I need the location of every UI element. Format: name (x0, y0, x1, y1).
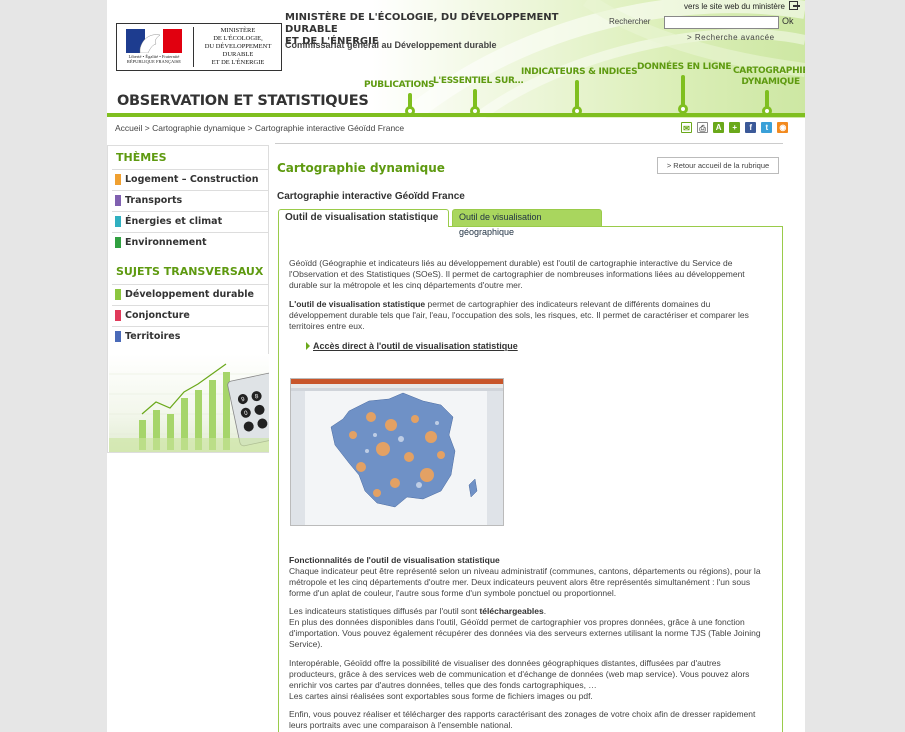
nav-indicateurs[interactable]: INDICATEURS & INDICES (521, 67, 638, 78)
tool-description: L'outil de visualisation statistique per… (289, 299, 769, 332)
sidebar-item-conjoncture[interactable]: Conjoncture (112, 305, 268, 325)
reports-paragraph: Enfin, vous pouvez réaliser et télécharg… (289, 709, 756, 730)
republic-label: Liberté • Égalité • Fraternité RÉPUBLIQU… (126, 54, 182, 64)
share-icon[interactable]: + (729, 122, 741, 133)
theme-color-mark (115, 237, 121, 248)
sidebar-item-energies[interactable]: Énergies et climat (112, 211, 268, 231)
email-icon[interactable]: ✉ (681, 122, 692, 133)
tool-screenshot-image[interactable] (290, 378, 504, 526)
sidebar-item-environnement[interactable]: Environnement (112, 232, 268, 252)
nav-essentiel[interactable]: L'ESSENTIEL SUR… (433, 76, 524, 87)
download-section: Les indicateurs statistiques diffusés pa… (289, 606, 769, 650)
statistical-tool-access-link[interactable]: Accès direct à l'outil de visualisation … (313, 341, 518, 351)
theme-color-mark (115, 174, 121, 185)
sidebar-item-developpement-durable[interactable]: Développement durable (112, 284, 268, 304)
sidebar-item-label: Territoires (125, 331, 181, 342)
department-label: Commissariat général au Développement du… (285, 40, 497, 50)
download-text-post: . (543, 606, 547, 616)
ministry-website-link[interactable]: vers le site web du ministère (684, 1, 801, 11)
sidebar-item-label: Conjoncture (125, 310, 190, 321)
logo-separator (193, 27, 194, 67)
sidebar-item-territoires[interactable]: Territoires (112, 326, 268, 346)
sidebar-item-transports[interactable]: Transports (112, 190, 268, 210)
nav-publications[interactable]: PUBLICATIONS (364, 80, 435, 91)
logo-ministry-label: MINISTÈRE DE L'ÉCOLOGIE, DU DÉVELOPPEMEN… (204, 27, 272, 66)
breadcrumb-divider (275, 143, 783, 144)
government-logo[interactable]: Liberté • Égalité • Fraternité RÉPUBLIQU… (116, 23, 282, 71)
site-header: Liberté • Égalité • Fraternité RÉPUBLIQU… (107, 0, 805, 118)
page-subtitle: Cartographie interactive Géoïdd France (277, 191, 465, 202)
arrow-right-icon (306, 342, 310, 350)
theme-color-mark (115, 195, 121, 206)
interop-section: Interopérable, Géoïdd offre la possibili… (289, 658, 769, 702)
features-heading: Fonctionnalités de l'outil de visualisat… (289, 555, 500, 565)
share-toolbar: ✉ ⎙ A + f t ◉ (681, 122, 790, 134)
interop-text: Interopérable, Géoïdd offre la possibili… (289, 658, 750, 690)
download-text-pre: Les indicateurs statistiques diffusés pa… (289, 606, 480, 616)
features-text: Chaque indicateur peut être représenté s… (289, 566, 761, 598)
sidebar-item-label: Transports (125, 195, 183, 206)
search-ok-button[interactable]: Ok (782, 16, 794, 26)
print-icon[interactable]: ⎙ (697, 122, 709, 133)
sidebar-item-label: Logement – Construction (125, 174, 259, 185)
chart-calculator-illustration: 9 8 0 (109, 363, 269, 452)
sidebar-item-logement[interactable]: Logement – Construction (112, 169, 268, 189)
search-input[interactable] (664, 16, 779, 29)
sidebar-illustration: 9 8 0 (109, 354, 269, 452)
theme-color-mark (115, 289, 121, 300)
text-size-icon[interactable]: A (713, 122, 725, 133)
download-strong: téléchargeables (479, 606, 544, 616)
back-to-section-button[interactable]: > Retour accueil de la rubrique (657, 157, 779, 174)
sidebar-item-label: Développement durable (125, 289, 254, 300)
rss-icon[interactable]: ◉ (777, 122, 789, 133)
header-rule (107, 113, 805, 117)
nav-cartographie[interactable]: CARTOGRAPHIE DYNAMIQUE (733, 66, 805, 88)
features-section: Fonctionnalités de l'outil de visualisat… (289, 555, 769, 599)
advanced-search-link[interactable]: > Recherche avancée (687, 33, 775, 42)
tab-geographic-tool[interactable]: Outil de visualisation géographique (452, 209, 602, 237)
nav-stem (575, 80, 579, 108)
tab-statistical-tool[interactable]: Outil de visualisation statistique (278, 209, 449, 227)
search-label: Rechercher (609, 17, 651, 26)
themes-heading: THÈMES (116, 151, 167, 164)
download-more-text: En plus des données disponibles dans l'o… (289, 617, 761, 649)
theme-color-mark (115, 216, 121, 227)
breadcrumb[interactable]: Accueil > Cartographie dynamique > Carto… (115, 123, 404, 133)
sidebar-item-label: Environnement (125, 237, 207, 248)
page: Liberté • Égalité • Fraternité RÉPUBLIQU… (107, 0, 805, 732)
page-title: Cartographie dynamique (277, 161, 445, 175)
intro-paragraph: Géoïdd (Géographie et indicateurs liés a… (289, 258, 745, 290)
transversal-heading: SUJETS TRANSVERSAUX (116, 265, 264, 278)
marianne-flag-icon (126, 29, 182, 53)
exit-icon (789, 1, 801, 10)
tool-description-strong: L'outil de visualisation statistique (289, 299, 426, 309)
sidebar-item-label: Énergies et climat (125, 216, 223, 227)
twitter-icon[interactable]: t (761, 122, 773, 133)
ministry-website-link-label: vers le site web du ministère (684, 2, 785, 11)
sidebar: THÈMES Logement – Construction Transport… (107, 145, 269, 453)
export-text: Les cartes ainsi réalisées sont exportab… (289, 691, 593, 701)
nav-donnees[interactable]: DONNÉES EN LIGNE (637, 62, 732, 73)
france-map-screenshot (291, 379, 503, 525)
theme-color-mark (115, 310, 121, 321)
facebook-icon[interactable]: f (745, 122, 757, 133)
site-title[interactable]: OBSERVATION ET STATISTIQUES (117, 93, 369, 109)
theme-color-mark (115, 331, 121, 342)
